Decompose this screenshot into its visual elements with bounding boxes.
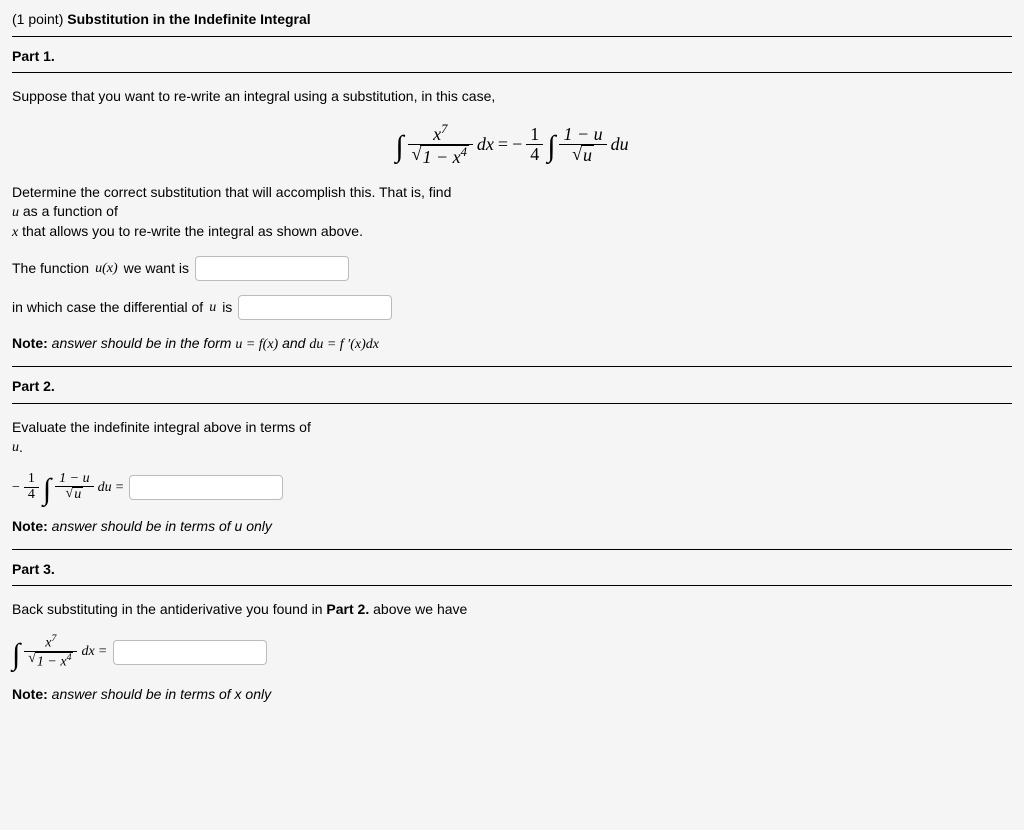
part1-label: Part 1.	[12, 47, 1012, 67]
du-input[interactable]	[238, 295, 392, 320]
part3-label: Part 3.	[12, 560, 1012, 580]
divider	[12, 366, 1012, 367]
problem-header: (1 point) Substitution in the Indefinite…	[12, 10, 1012, 30]
ux-input[interactable]	[195, 256, 349, 281]
part1-q2: in which case the differential of u is	[12, 295, 1012, 320]
part2-equation: − 1 4 ∫ 1 − u u du =	[12, 472, 123, 503]
problem-title: Substitution in the Indefinite Integral	[67, 11, 310, 27]
part2-answer-input[interactable]	[129, 475, 283, 500]
part2-label: Part 2.	[12, 377, 1012, 397]
divider	[12, 36, 1012, 37]
divider	[12, 549, 1012, 550]
part1-q1: The function u(x) we want is	[12, 256, 1012, 281]
part3-note: Note: answer should be in terms of x onl…	[12, 685, 1012, 705]
points: (1 point)	[12, 11, 63, 27]
part2-equation-row: − 1 4 ∫ 1 − u u du =	[12, 472, 1012, 503]
part1-intro: Suppose that you want to re-write an int…	[12, 87, 1012, 107]
part1-note: Note: answer should be in the form u = f…	[12, 334, 1012, 354]
divider	[12, 72, 1012, 73]
part3-answer-input[interactable]	[113, 640, 267, 665]
part3-intro: Back substituting in the antiderivative …	[12, 600, 1012, 620]
divider	[12, 585, 1012, 586]
part1-determine: Determine the correct substitution that …	[12, 183, 1012, 243]
part1-equation: ∫ x7 1 − x4 dx = − 1 4 ∫ 1 − u u du	[12, 123, 1012, 167]
part3-equation-row: ∫ x7 1 − x4 dx =	[12, 634, 1012, 671]
divider	[12, 403, 1012, 404]
part3-equation: ∫ x7 1 − x4 dx =	[12, 634, 107, 671]
part2-note: Note: answer should be in terms of u onl…	[12, 517, 1012, 537]
part2-intro: Evaluate the indefinite integral above i…	[12, 418, 1012, 458]
